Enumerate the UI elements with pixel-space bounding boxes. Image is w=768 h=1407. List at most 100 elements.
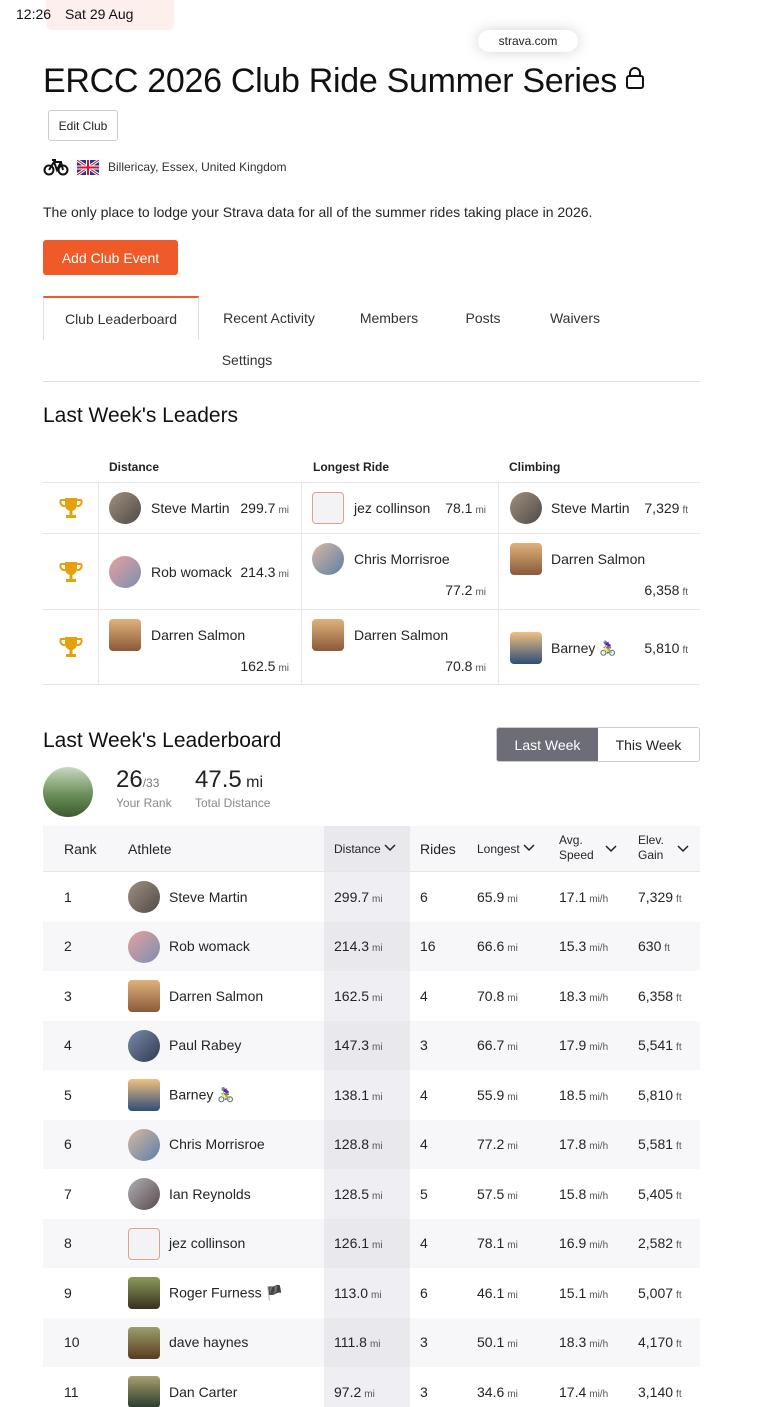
leader-name[interactable]: Rob womack <box>151 564 232 580</box>
rides-cell: 6 <box>420 1284 428 1301</box>
elev-cell: 4,170 ft <box>638 1334 682 1351</box>
leader-longest-cell[interactable]: jez collinson 78.1 mi <box>302 483 499 533</box>
athlete-name[interactable]: Chris Morrisroe <box>169 1136 265 1152</box>
tab-members[interactable]: Members <box>349 296 429 340</box>
chevron-down-icon <box>605 845 617 853</box>
leader-name[interactable]: Barney 🚴🏽‍♀️ <box>551 640 617 657</box>
my-distance: 47.5 mi Total Distance <box>195 766 270 810</box>
chevron-down-icon <box>677 845 689 853</box>
avatar[interactable] <box>128 1277 160 1309</box>
table-row[interactable]: 7 Ian Reynolds 128.5 mi 5 57.5 mi 15.8 mi/h 5,405… <box>43 1169 700 1219</box>
speed-cell: 17.8 mi/h <box>559 1136 609 1153</box>
athlete-name[interactable]: Steve Martin <box>169 889 248 905</box>
leader-climbing-cell[interactable]: Darren Salmon 6,358 ft <box>499 534 700 609</box>
my-avatar[interactable] <box>43 767 93 817</box>
my-distance-unit: mi <box>246 774 264 791</box>
avatar[interactable] <box>128 881 160 913</box>
club-tabs: Club Leaderboard Recent Activity Members… <box>43 296 700 382</box>
avatar[interactable] <box>128 1326 160 1359</box>
elev-cell: 3,140 ft <box>638 1383 682 1400</box>
col-avg-speed[interactable]: Avg. Speed <box>559 833 594 863</box>
leader-name[interactable]: Darren Salmon <box>551 551 645 567</box>
table-row[interactable]: 11 Dan Carter 97.2 mi 3 34.6 mi 17.4 mi/h 3,140 ft <box>43 1367 700 1407</box>
avatar[interactable] <box>128 1227 160 1260</box>
leaderboard-title: Last Week's Leaderboard <box>43 729 282 752</box>
leader-distance-cell[interactable]: Darren Salmon 162.5 mi <box>99 610 302 684</box>
avatar[interactable] <box>128 980 160 1012</box>
leader-climbing-cell[interactable]: Steve Martin 7,329 ft <box>499 483 700 533</box>
avatar[interactable] <box>128 1376 160 1407</box>
athlete-name[interactable]: Dan Carter <box>169 1384 237 1400</box>
leader-name[interactable]: Darren Salmon <box>151 627 245 643</box>
avatar[interactable] <box>128 1178 160 1210</box>
col-elev-gain[interactable]: Elev. Gain <box>638 833 664 863</box>
my-distance-value: 47.5 <box>195 766 242 793</box>
avatar <box>312 543 344 575</box>
athlete-name[interactable]: Rob womack <box>169 938 250 954</box>
table-row[interactable]: 3 Darren Salmon 162.5 mi 4 70.8 mi 18.3 mi/h 6,35… <box>43 971 700 1021</box>
leader-name[interactable]: Darren Salmon <box>354 627 448 643</box>
leaders-row: Darren Salmon 162.5 mi Darren Salmon 70.8… <box>43 609 700 685</box>
leader-distance-cell[interactable]: Steve Martin 299.7 mi <box>99 483 302 533</box>
tab-settings[interactable]: Settings <box>213 338 281 382</box>
speed-cell: 15.1 mi/h <box>559 1284 609 1301</box>
athlete-name[interactable]: Darren Salmon <box>169 988 263 1004</box>
tab-club-leaderboard[interactable]: Club Leaderboard <box>43 296 199 340</box>
avatar[interactable] <box>128 930 160 963</box>
table-row[interactable]: 4 Paul Rabey 147.3 mi 3 66.7 mi 17.9 mi/h 5,541 ft <box>43 1020 700 1070</box>
table-row[interactable]: 1 Steve Martin 299.7 mi 6 65.9 mi 17.1 mi/h 7,329… <box>43 872 700 922</box>
leader-climbing-cell[interactable]: Barney 🚴🏽‍♀️ 5,810 ft <box>499 610 700 684</box>
longest-cell: 65.9 mi <box>477 888 518 905</box>
athlete-name[interactable]: dave haynes <box>169 1334 248 1350</box>
tab-recent-activity[interactable]: Recent Activity <box>213 296 325 340</box>
leader-longest-cell[interactable]: Darren Salmon 70.8 mi <box>302 610 499 684</box>
leader-name[interactable]: Steve Martin <box>551 500 630 516</box>
leader-name[interactable]: Chris Morrisroe <box>354 551 450 567</box>
leaderboard-header: Rank Athlete Distance Rides Longest Avg.… <box>43 826 700 872</box>
rank-cell: 7 <box>64 1185 72 1202</box>
rank-cell: 4 <box>64 1037 72 1054</box>
lock-icon <box>626 67 644 89</box>
speed-cell: 17.9 mi/h <box>559 1037 609 1054</box>
table-row[interactable]: 2 Rob womack 214.3 mi 16 66.6 mi 15.3 mi/h 630 ft <box>43 921 700 971</box>
table-row[interactable]: 5 Barney 🚴🏽‍♀️ 138.1 mi 4 55.9 mi 18.5 mi/h 5,810… <box>43 1070 700 1120</box>
athlete-name[interactable]: Ian Reynolds <box>169 1186 251 1202</box>
rank-cell: 11 <box>64 1383 79 1400</box>
club-meta: Billericay, Essex, United Kingdom <box>43 158 287 176</box>
tab-waivers[interactable]: Waivers <box>537 296 613 340</box>
avatar[interactable] <box>128 1079 160 1111</box>
add-club-event-button[interactable]: Add Club Event <box>43 240 178 275</box>
longest-cell: 57.5 mi <box>477 1185 518 1202</box>
athlete-name[interactable]: Paul Rabey <box>169 1037 241 1053</box>
athlete-name[interactable]: jez collinson <box>169 1235 245 1251</box>
leader-value: 162.5 mi <box>240 658 289 674</box>
my-distance-label: Total Distance <box>195 796 271 810</box>
col-rides[interactable]: Rides <box>420 841 456 857</box>
tab-posts[interactable]: Posts <box>453 296 513 340</box>
url-pill[interactable]: strava.com <box>478 30 578 52</box>
leader-longest-cell[interactable]: Chris Morrisroe 77.2 mi <box>302 534 499 609</box>
last-week-button[interactable]: Last Week <box>497 728 598 761</box>
col-distance[interactable]: Distance <box>334 842 396 857</box>
table-row[interactable]: 9 Roger Furness 🏴 113.0 mi 6 46.1 mi 15.1 mi/h 5,… <box>43 1268 700 1318</box>
rank-cell: 1 <box>64 888 72 905</box>
avatar[interactable] <box>128 1128 160 1161</box>
longest-cell: 55.9 mi <box>477 1086 518 1103</box>
athlete-name[interactable]: Barney 🚴🏽‍♀️ <box>169 1086 235 1103</box>
table-row[interactable]: 8 jez collinson 126.1 mi 4 78.1 mi 16.9 mi/h 2,58… <box>43 1218 700 1268</box>
table-row[interactable]: 6 Chris Morrisroe 128.8 mi 4 77.2 mi 17.8 mi/h 5,… <box>43 1119 700 1169</box>
leader-value: 77.2 mi <box>445 582 486 598</box>
table-row[interactable]: 10 dave haynes 111.8 mi 3 50.1 mi 18.3 mi/h 4,170… <box>43 1317 700 1367</box>
rank-cell: 10 <box>64 1334 80 1351</box>
athlete-name[interactable]: Roger Furness 🏴 <box>169 1284 283 1301</box>
avatar[interactable] <box>128 1029 160 1062</box>
col-longest[interactable]: Longest <box>477 842 535 857</box>
edit-club-button[interactable]: Edit Club <box>48 110 118 141</box>
rides-cell: 16 <box>420 938 436 955</box>
leader-name[interactable]: Steve Martin <box>151 500 230 516</box>
longest-cell: 46.1 mi <box>477 1284 518 1301</box>
leader-name[interactable]: jez collinson <box>354 500 430 516</box>
leader-value: 299.7 mi <box>240 500 289 516</box>
leader-distance-cell[interactable]: Rob womack 214.3 mi <box>99 534 302 609</box>
this-week-button[interactable]: This Week <box>598 728 699 761</box>
